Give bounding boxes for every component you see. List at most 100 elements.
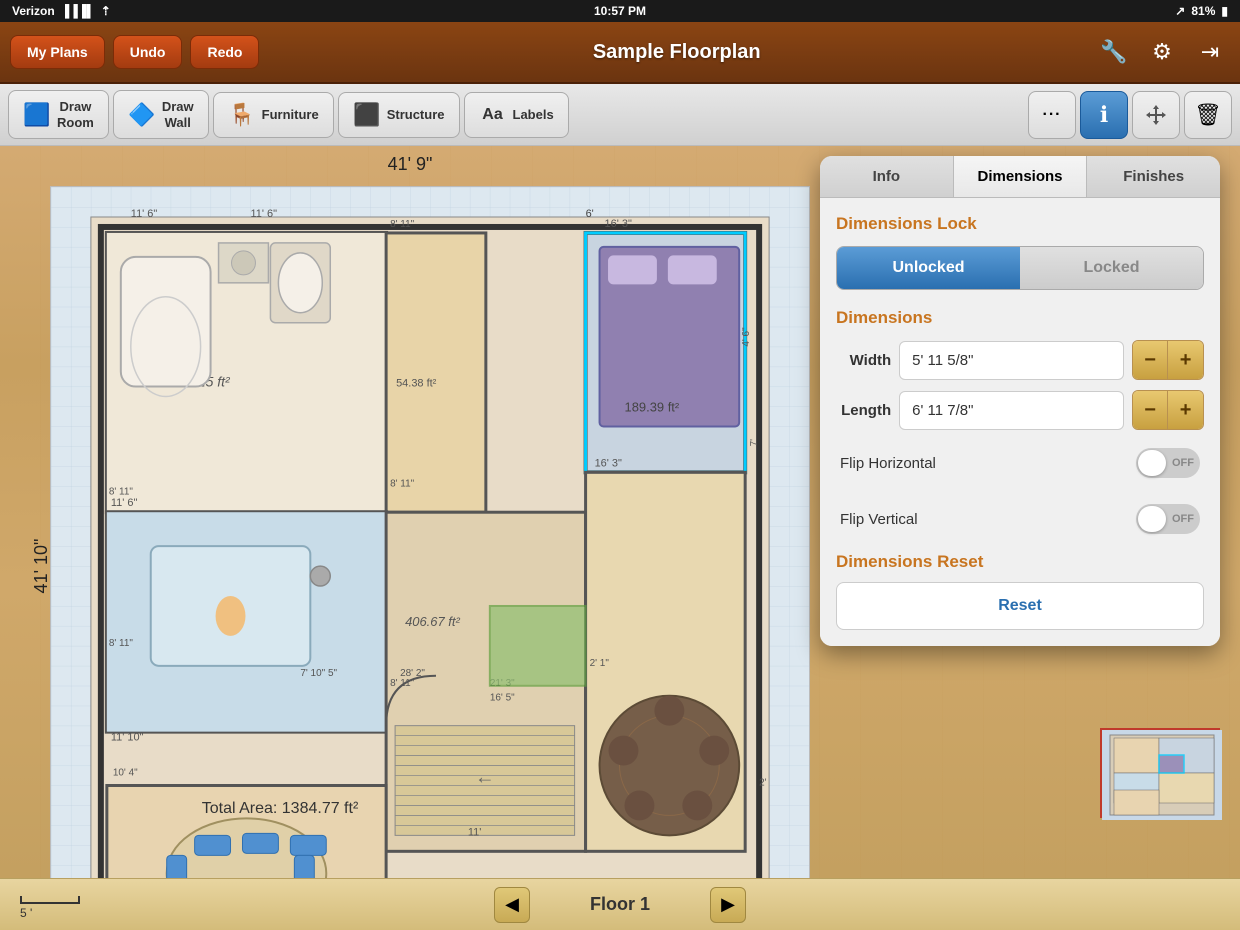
settings-icon-button[interactable]: ⚙ — [1142, 32, 1182, 72]
top-dimension-label: 41' 9" — [388, 154, 433, 175]
info-button[interactable]: ℹ — [1080, 91, 1128, 139]
minimap-inner — [1102, 730, 1218, 816]
flip-horizontal-knob — [1138, 450, 1166, 476]
total-area-label: Total Area: 1384.77 ft² — [202, 800, 359, 818]
svg-text:8' 11": 8' 11" — [390, 678, 415, 689]
svg-text:16' 5": 16' 5" — [490, 693, 515, 704]
redo-button[interactable]: Redo — [190, 35, 259, 69]
svg-text:6': 6' — [586, 208, 594, 220]
flip-vertical-row: Flip Vertical OFF — [836, 496, 1204, 542]
minimap-svg — [1102, 730, 1222, 820]
width-label: Width — [836, 352, 891, 369]
width-increase-button[interactable]: + — [1168, 341, 1203, 379]
main-area: 41' 9" 41' 10" 103.15 ft² — [0, 146, 1240, 878]
tab-finishes[interactable]: Finishes — [1087, 156, 1220, 197]
location-icon: ↗ — [1175, 4, 1185, 18]
left-dimension-label: 41' 10" — [31, 539, 52, 594]
length-label: Length — [836, 402, 891, 419]
svg-text:7' 10" 5": 7' 10" 5" — [300, 668, 337, 679]
tab-info[interactable]: Info — [820, 156, 954, 197]
svg-text:11' 6": 11' 6" — [111, 497, 138, 509]
svg-text:28' 2": 28' 2" — [400, 668, 425, 679]
top-toolbar: My Plans Undo Redo Sample Floorplan 🔧 ⚙ … — [0, 22, 1240, 84]
draw-room-label: DrawRoom — [57, 99, 94, 130]
trash-button[interactable]: 🗑 — [1184, 91, 1232, 139]
signal-icon: ▐▐▐▌ — [61, 4, 95, 18]
svg-text:←: ← — [475, 767, 495, 789]
wifi-icon: ⇡ — [101, 4, 111, 18]
svg-text:8' 11": 8' 11" — [109, 486, 134, 497]
furniture-label: Furniture — [262, 107, 319, 122]
scale-indicator: 5 ' — [20, 896, 80, 920]
svg-text:4' 6": 4' 6" — [741, 327, 752, 347]
length-decrease-button[interactable]: − — [1133, 391, 1168, 429]
carrier-text: Verizon — [12, 4, 55, 18]
svg-text:16' 3": 16' 3" — [595, 457, 622, 469]
furniture-button[interactable]: 🪑 Furniture — [213, 92, 334, 138]
svg-text:11': 11' — [468, 826, 481, 838]
width-stepper: − + — [1132, 340, 1204, 380]
scale-text: 5 ' — [20, 906, 32, 920]
minimap[interactable] — [1100, 728, 1220, 818]
lock-buttons: Unlocked Locked — [836, 246, 1204, 290]
svg-text:11' 6": 11' 6" — [131, 208, 158, 220]
furniture-icon: 🪑 — [228, 101, 256, 129]
my-plans-button[interactable]: My Plans — [10, 35, 105, 69]
svg-text:406.67 ft²: 406.67 ft² — [405, 614, 460, 629]
reset-button[interactable]: Reset — [836, 582, 1204, 630]
unlocked-button[interactable]: Unlocked — [837, 247, 1020, 289]
flip-vertical-label: Flip Vertical — [840, 511, 918, 528]
next-floor-button[interactable]: ▶ — [710, 887, 746, 923]
svg-text:8' 11": 8' 11" — [390, 478, 415, 489]
panel-tabs: Info Dimensions Finishes — [820, 156, 1220, 198]
status-time: 10:57 PM — [594, 4, 646, 18]
width-decrease-button[interactable]: − — [1133, 341, 1168, 379]
floorplan-canvas[interactable]: 103.15 ft² 11' 6" 11' 6" 54.38 ft² 8' 11… — [50, 186, 810, 878]
draw-wall-label: DrawWall — [162, 99, 194, 130]
structure-icon: ⬛ — [353, 101, 381, 129]
length-increase-button[interactable]: + — [1168, 391, 1203, 429]
status-left: Verizon ▐▐▐▌ ⇡ — [12, 4, 111, 18]
svg-text:8' 11": 8' 11" — [390, 219, 415, 230]
svg-text:2': 2' — [759, 778, 767, 789]
flip-vertical-toggle[interactable]: OFF — [1136, 504, 1200, 534]
svg-text:8' 11": 8' 11" — [109, 638, 134, 649]
tab-dimensions[interactable]: Dimensions — [954, 156, 1088, 197]
width-input[interactable] — [899, 341, 1124, 380]
undo-button[interactable]: Undo — [113, 35, 183, 69]
more-button[interactable]: ··· — [1028, 91, 1076, 139]
draw-wall-button[interactable]: 🔷 DrawWall — [113, 90, 209, 139]
secondary-toolbar: 🟦 DrawRoom 🔷 DrawWall 🪑 Furniture ⬛ Stru… — [0, 84, 1240, 146]
flip-horizontal-toggle[interactable]: OFF — [1136, 448, 1200, 478]
status-bar: Verizon ▐▐▐▌ ⇡ 10:57 PM ↗ 81% ▮ — [0, 0, 1240, 22]
labels-button[interactable]: Aa Labels — [464, 92, 569, 138]
floorplan-svg: 103.15 ft² 11' 6" 11' 6" 54.38 ft² 8' 11… — [51, 187, 809, 878]
wrench-icon-button[interactable]: 🔧 — [1094, 32, 1134, 72]
flip-horizontal-state: OFF — [1172, 457, 1194, 469]
flip-horizontal-row: Flip Horizontal OFF — [836, 440, 1204, 486]
svg-text:10' 4": 10' 4" — [113, 768, 138, 779]
panel-content: Dimensions Lock Unlocked Locked Dimensio… — [820, 198, 1220, 646]
export-icon-button[interactable]: ⇥ — [1190, 32, 1230, 72]
length-row: Length − + — [836, 390, 1204, 430]
floorplan-title: Sample Floorplan — [267, 41, 1086, 64]
dimensions-panel: Info Dimensions Finishes Dimensions Lock… — [820, 156, 1220, 646]
locked-button[interactable]: Locked — [1020, 247, 1203, 289]
status-right: ↗ 81% ▮ — [1175, 4, 1228, 18]
dimensions-section-title: Dimensions — [836, 308, 1204, 328]
flip-vertical-knob — [1138, 506, 1166, 532]
move-button[interactable] — [1132, 91, 1180, 139]
prev-floor-button[interactable]: ◀ — [494, 887, 530, 923]
move-icon — [1144, 103, 1168, 127]
reset-section-title: Dimensions Reset — [836, 552, 1204, 572]
length-input[interactable] — [899, 391, 1124, 430]
structure-button[interactable]: ⬛ Structure — [338, 92, 460, 138]
floor-label: Floor 1 — [570, 894, 670, 915]
bottom-bar: 5 ' ◀ Floor 1 ▶ — [0, 878, 1240, 930]
width-row: Width − + — [836, 340, 1204, 380]
lock-section-title: Dimensions Lock — [836, 214, 1204, 234]
draw-room-button[interactable]: 🟦 DrawRoom — [8, 90, 109, 139]
draw-wall-icon: 🔷 — [128, 101, 156, 129]
flip-horizontal-label: Flip Horizontal — [840, 455, 936, 472]
draw-room-icon: 🟦 — [23, 101, 51, 129]
